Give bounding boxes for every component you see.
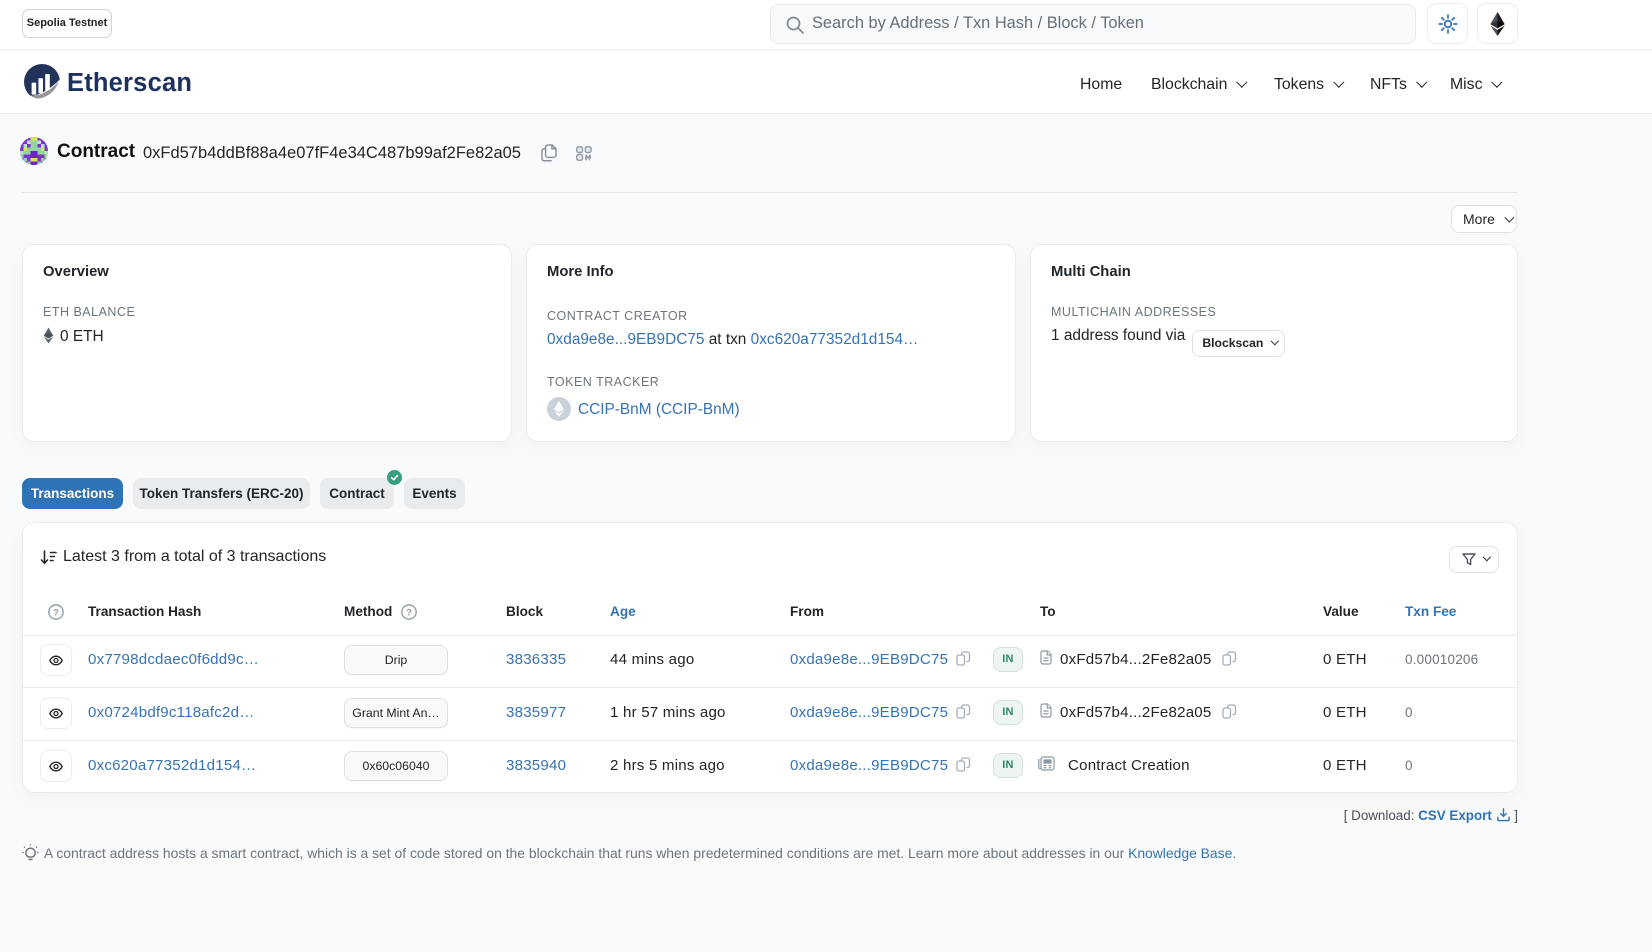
svg-text:?: ? <box>53 607 59 618</box>
svg-text:?: ? <box>406 607 412 618</box>
svg-text:Etherscan: Etherscan <box>67 69 192 97</box>
